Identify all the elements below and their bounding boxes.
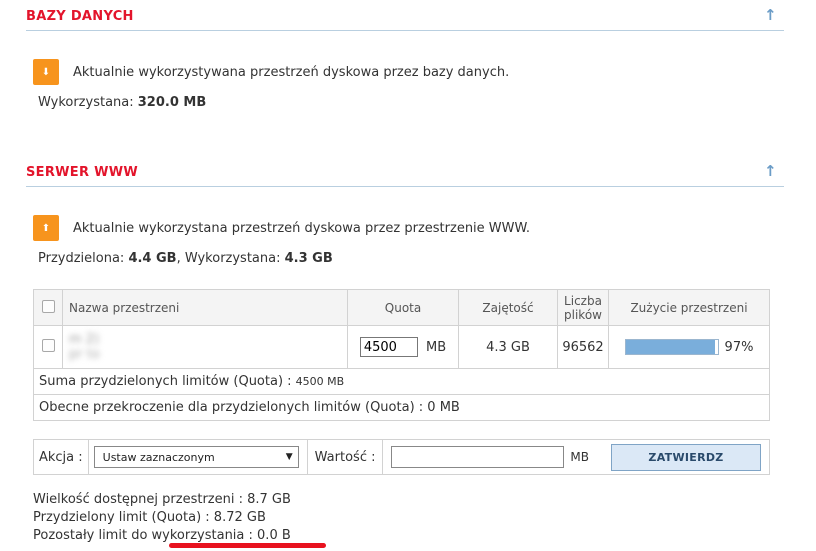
table-header-row: Nazwa przestrzeni Quota Zajętość Liczba … [33, 289, 770, 326]
header-used[interactable]: Zajętość [458, 289, 558, 326]
row-name-cell: m 2) pr to [62, 325, 348, 369]
www-info-text: Aktualnie wykorzystana przestrzeń dyskow… [73, 221, 531, 236]
header-files-line1: Liczba [564, 293, 602, 308]
sum-label: Suma przydzielonych limitów (Quota) : [39, 374, 292, 389]
sum-value: 4500 MB [295, 375, 345, 388]
header-usage[interactable]: Zużycie przestrzeni [608, 289, 770, 326]
row-name-line1: m 2) [69, 332, 100, 347]
info-icon: ⬆ [33, 215, 59, 241]
summary-block: Wielkość dostępnej przestrzeni : 8.7 GB … [33, 491, 291, 545]
summary-quota: Przydzielony limit (Quota) : 8.72 GB [33, 510, 266, 525]
header-quota[interactable]: Quota [347, 289, 459, 326]
www-section-divider [26, 186, 784, 187]
www-section-title: SERWER WWW [26, 165, 139, 180]
value-input[interactable] [391, 446, 565, 468]
chevron-down-icon: ▼ [285, 452, 293, 462]
row-files: 96562 [557, 325, 609, 369]
sum-row: Suma przydzielonych limitów (Quota) : 45… [33, 368, 770, 395]
header-files-line2: plików [564, 307, 602, 322]
space-table: Nazwa przestrzeni Quota Zajętość Liczba … [33, 289, 770, 421]
select-all-checkbox[interactable] [41, 299, 55, 313]
row-checkbox[interactable] [41, 338, 55, 352]
www-assigned-label: Przydzielona: [38, 251, 125, 266]
exceed-label: Obecne przekroczenie dla przydzielonych … [39, 400, 424, 415]
highlight-underline [169, 543, 326, 548]
db-used-row: Wykorzystana: 320.0 MB [38, 95, 206, 110]
action-bar: Akcja : Ustaw zaznaczonym ▼ Wartość : MB… [33, 439, 770, 475]
db-section-title: BAZY DANYCH [26, 9, 134, 24]
row-name-line2: pr to [69, 347, 100, 362]
db-used-label: Wykorzystana: [38, 95, 134, 110]
exceed-value: 0 MB [427, 400, 460, 415]
row-used: 4.3 GB [458, 325, 558, 369]
action-select[interactable]: Ustaw zaznaczonym ▼ [93, 446, 299, 468]
www-used-value: 4.3 GB [284, 251, 333, 266]
scroll-up-icon[interactable]: ↑ [764, 162, 777, 180]
info-icon: ⬇ [33, 59, 59, 85]
action-select-value: Ustaw zaznaczonym [102, 450, 215, 464]
row-quota-cell: MB [347, 325, 459, 369]
submit-button[interactable]: ZATWIERDZ [611, 443, 761, 471]
usage-bar-fill [625, 340, 715, 354]
www-usage-row: Przydzielona: 4.4 GB, Wykorzystana: 4.3 … [38, 251, 333, 266]
usage-percent: 97% [724, 339, 754, 355]
table-row: m 2) pr to MB 4.3 GB 96562 97% [33, 325, 770, 369]
summary-available: Wielkość dostępnej przestrzeni : 8.7 GB [33, 492, 291, 507]
db-info-text: Aktualnie wykorzystywana przestrzeń dysk… [73, 65, 510, 80]
db-section-divider [26, 30, 784, 31]
usage-bar [624, 339, 719, 355]
quota-unit: MB [426, 339, 447, 355]
action-label: Akcja : [33, 439, 89, 475]
www-assigned-value: 4.4 GB [128, 251, 177, 266]
quota-input[interactable] [359, 337, 418, 357]
exceed-row: Obecne przekroczenie dla przydzielonych … [33, 394, 770, 421]
db-used-value: 320.0 MB [137, 95, 207, 110]
row-usage-cell: 97% [608, 325, 770, 369]
header-files[interactable]: Liczba plików [557, 289, 609, 326]
value-label: Wartość : [306, 439, 384, 475]
www-used-label: , Wykorzystana: [176, 251, 281, 266]
header-name[interactable]: Nazwa przestrzeni [62, 289, 348, 326]
scroll-up-icon[interactable]: ↑ [764, 6, 777, 24]
value-unit: MB [570, 450, 589, 464]
